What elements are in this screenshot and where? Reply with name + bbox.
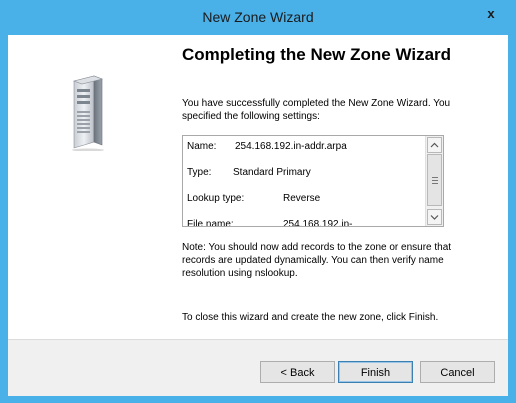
wizard-window: New Zone Wizard x Completing the New Zon… bbox=[0, 0, 516, 403]
setting-label: Name: bbox=[187, 141, 217, 152]
setting-value: Reverse bbox=[283, 193, 321, 204]
wizard-body: Completing the New Zone Wizard You have … bbox=[8, 35, 508, 396]
window-title: New Zone Wizard bbox=[202, 9, 314, 25]
scroll-up-button[interactable] bbox=[427, 137, 442, 153]
setting-label: File name: bbox=[187, 219, 234, 227]
wizard-content: Completing the New Zone Wizard You have … bbox=[180, 35, 500, 339]
back-button[interactable]: < Back bbox=[260, 361, 335, 383]
setting-row-type: Type: Standard Primary bbox=[187, 166, 423, 192]
setting-label: Type: bbox=[187, 167, 212, 178]
chevron-up-icon bbox=[430, 142, 439, 148]
setting-row-lookup-type: Lookup type: Reverse bbox=[187, 192, 423, 218]
page-title: Completing the New Zone Wizard bbox=[182, 45, 452, 64]
setting-value: 254.168.192.in-addr.arpa bbox=[235, 141, 347, 152]
settings-list: Name: 254.168.192.in-addr.arpa Type: Sta… bbox=[187, 140, 423, 227]
button-bar: < Back Finish Cancel bbox=[8, 340, 508, 396]
cancel-button[interactable]: Cancel bbox=[420, 361, 495, 383]
title-bar[interactable]: New Zone Wizard x bbox=[0, 0, 516, 35]
finish-button[interactable]: Finish bbox=[338, 361, 413, 383]
intro-text: You have successfully completed the New … bbox=[182, 98, 451, 122]
chevron-down-icon bbox=[430, 215, 439, 220]
setting-row-file-name: File name: 254.168.192.in- bbox=[187, 218, 423, 227]
setting-row-name: Name: 254.168.192.in-addr.arpa bbox=[187, 140, 423, 166]
vertical-scrollbar[interactable] bbox=[425, 136, 443, 226]
close-button[interactable]: x bbox=[480, 5, 502, 23]
note-text: Note: You should now add records to the … bbox=[182, 242, 452, 279]
setting-value: 254.168.192.in- bbox=[283, 219, 353, 227]
scroll-thumb[interactable] bbox=[427, 154, 442, 206]
setting-value: Standard Primary bbox=[233, 167, 311, 178]
scroll-down-button[interactable] bbox=[427, 209, 442, 225]
closing-instruction: To close this wizard and create the new … bbox=[182, 312, 439, 323]
setting-label: Lookup type: bbox=[187, 193, 245, 204]
settings-summary-box[interactable]: Name: 254.168.192.in-addr.arpa Type: Sta… bbox=[182, 135, 444, 227]
server-tower-icon bbox=[72, 75, 104, 151]
wizard-side-panel bbox=[8, 35, 168, 339]
